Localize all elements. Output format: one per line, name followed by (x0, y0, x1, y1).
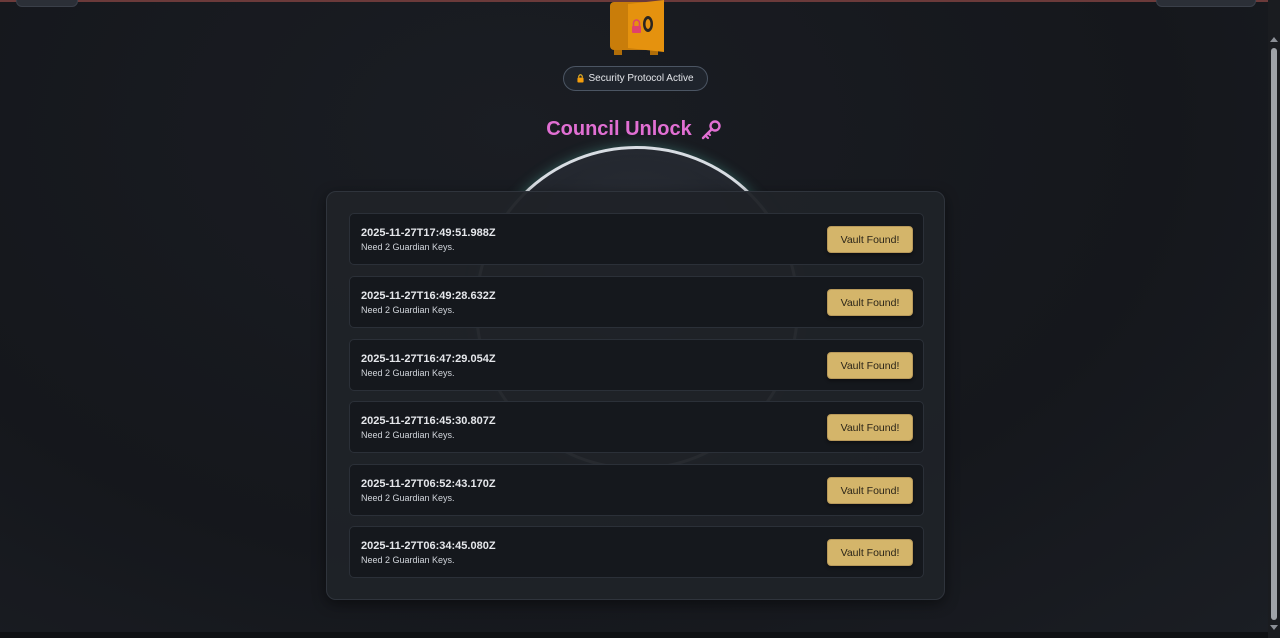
vault-found-button[interactable]: Vault Found! (827, 477, 913, 504)
security-status-text: Security Protocol Active (588, 73, 694, 84)
entry-timestamp: 2025-11-27T06:34:45.080Z (361, 540, 496, 552)
top-left-tab[interactable] (16, 0, 78, 7)
title-row: Council Unlock (0, 118, 1268, 141)
scroll-down-arrow-icon[interactable] (1270, 625, 1278, 630)
page: Security Protocol Active Council Unlock … (0, 0, 1280, 638)
page-scrollbar[interactable] (1268, 0, 1280, 638)
log-entry: 2025-11-27T16:47:29.054Z Need 2 Guardian… (349, 339, 924, 391)
entry-message: Need 2 Guardian Keys. (361, 555, 455, 565)
security-status-badge: Security Protocol Active (563, 66, 708, 91)
vault-found-button[interactable]: Vault Found! (827, 539, 913, 566)
vault-found-button[interactable]: Vault Found! (827, 226, 913, 253)
entry-message: Need 2 Guardian Keys. (361, 242, 455, 252)
top-right-tab[interactable] (1156, 0, 1256, 7)
entry-timestamp: 2025-11-27T16:49:28.632Z (361, 290, 496, 302)
log-panel: 2025-11-27T17:49:51.988Z Need 2 Guardian… (326, 191, 945, 600)
log-entry: 2025-11-27T06:52:43.170Z Need 2 Guardian… (349, 464, 924, 516)
scroll-up-arrow-icon[interactable] (1270, 37, 1278, 42)
bottom-edge (0, 632, 1268, 638)
page-title: Council Unlock (546, 118, 692, 140)
key-icon (701, 119, 721, 139)
scrollbar-thumb[interactable] (1271, 48, 1277, 620)
entry-message: Need 2 Guardian Keys. (361, 368, 455, 378)
entry-message: Need 2 Guardian Keys. (361, 305, 455, 315)
log-entry: 2025-11-27T06:34:45.080Z Need 2 Guardian… (349, 526, 924, 578)
entry-message: Need 2 Guardian Keys. (361, 493, 455, 503)
log-entry: 2025-11-27T17:49:51.988Z Need 2 Guardian… (349, 213, 924, 265)
entry-timestamp: 2025-11-27T17:49:51.988Z (361, 227, 496, 239)
log-entry: 2025-11-27T16:49:28.632Z Need 2 Guardian… (349, 276, 924, 328)
vault-found-button[interactable]: Vault Found! (827, 289, 913, 316)
lock-icon (577, 74, 585, 83)
log-entry: 2025-11-27T16:45:30.807Z Need 2 Guardian… (349, 401, 924, 453)
entry-timestamp: 2025-11-27T16:47:29.054Z (361, 353, 496, 365)
vault-found-button[interactable]: Vault Found! (827, 414, 913, 441)
entry-timestamp: 2025-11-27T16:45:30.807Z (361, 415, 496, 427)
vault-icon (610, 0, 664, 55)
entry-timestamp: 2025-11-27T06:52:43.170Z (361, 478, 496, 490)
vault-found-button[interactable]: Vault Found! (827, 352, 913, 379)
entry-message: Need 2 Guardian Keys. (361, 430, 455, 440)
